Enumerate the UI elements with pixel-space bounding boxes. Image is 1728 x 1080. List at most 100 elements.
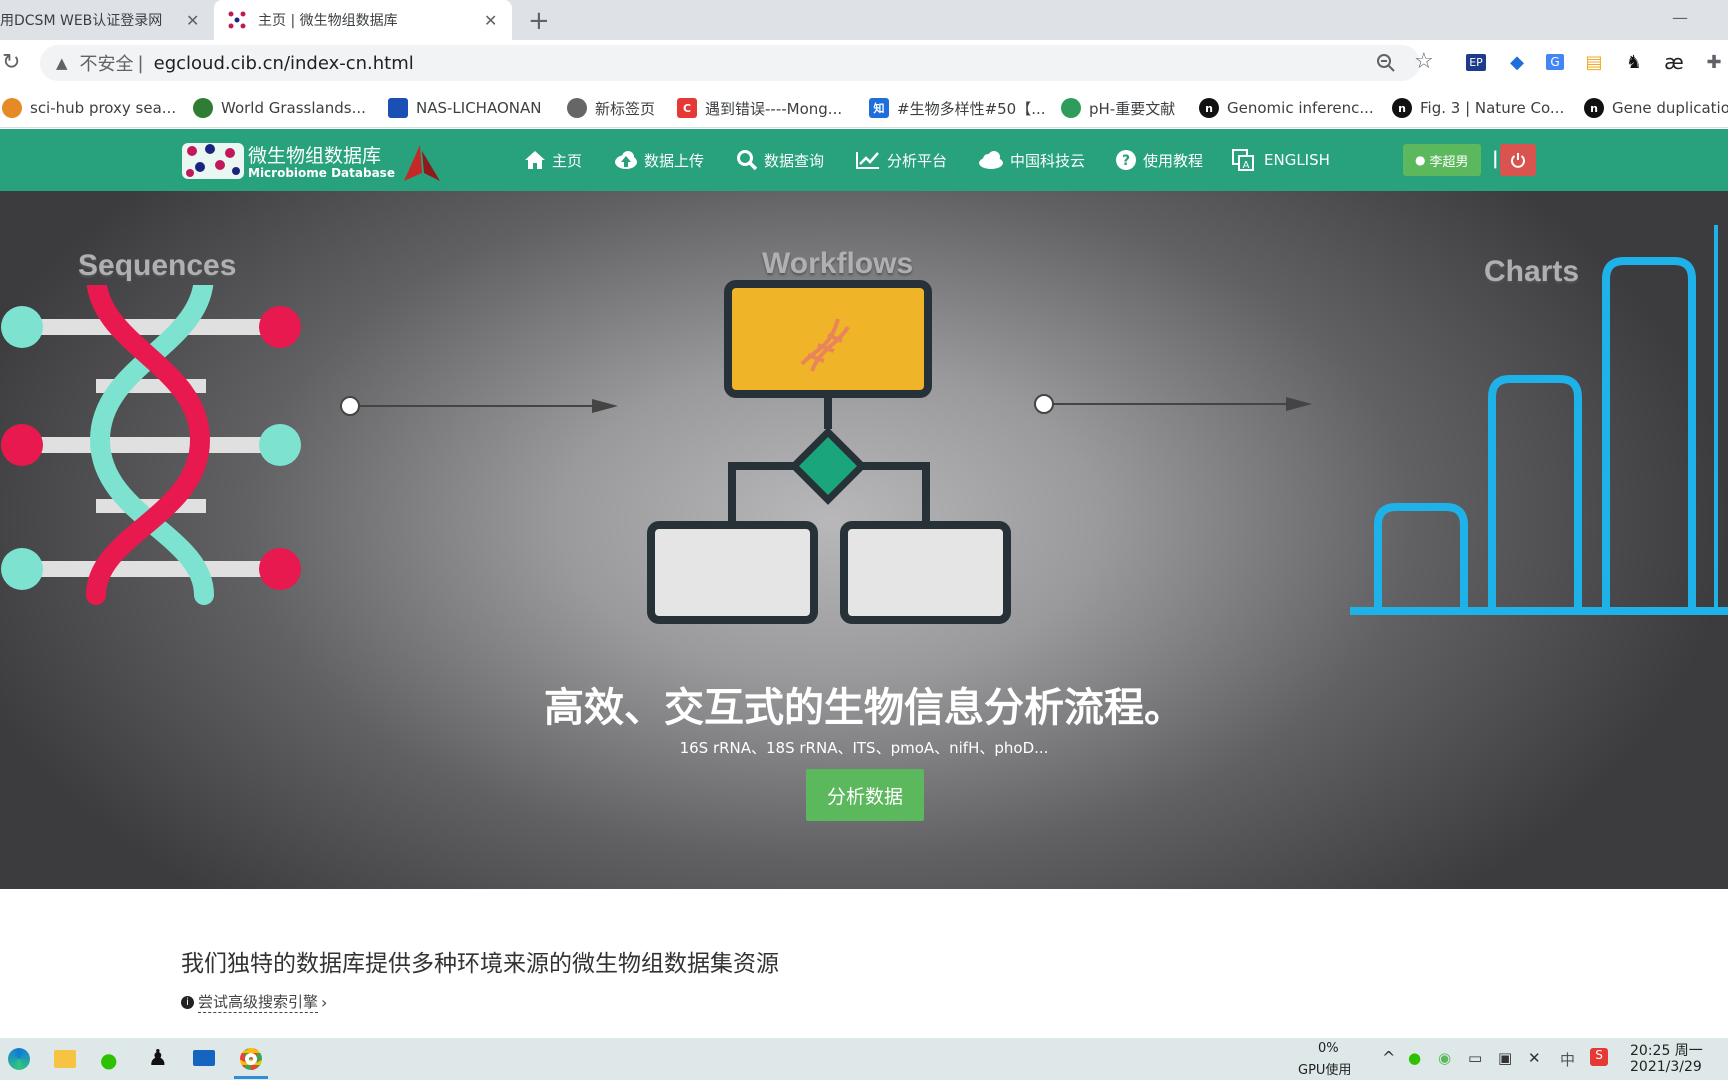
advanced-search-label: 尝试高级搜索引擎 [198, 993, 319, 1013]
sogou-icon[interactable]: S [1590, 1048, 1608, 1066]
nav-upload[interactable]: 数据上传 [614, 147, 704, 173]
extension-icon[interactable]: æ [1662, 50, 1686, 74]
window-minimize-icon[interactable]: — [1672, 8, 1688, 27]
question-circle-icon: ? [1116, 150, 1136, 170]
nature-icon: n [1199, 98, 1219, 118]
nav-home[interactable]: 主页 [524, 147, 582, 173]
site-favicon-icon [228, 11, 246, 29]
bookmarks-bar: sci-hub proxy sea... World Grasslands...… [0, 88, 1728, 128]
close-icon[interactable]: ✕ [484, 11, 497, 30]
gpu-label: GPU使用 [1298, 1063, 1352, 1078]
chrome-icon[interactable] [240, 1048, 262, 1070]
bookmark-item[interactable]: pH-重要文献 [1061, 96, 1175, 120]
bookmark-item[interactable]: sci-hub proxy sea... [2, 96, 176, 120]
svg-text:A: A [1243, 160, 1250, 171]
battery-icon[interactable]: ▭ [1468, 1049, 1482, 1067]
tray-expand-icon[interactable]: ^ [1382, 1048, 1395, 1067]
volume-muted-icon[interactable]: ✕ [1528, 1049, 1541, 1067]
nature-icon: n [1584, 98, 1604, 118]
dna-illustration [1, 285, 301, 605]
logout-button[interactable] [1500, 144, 1536, 176]
security-label: 不安全 [79, 54, 134, 75]
network-icon[interactable]: ▣ [1498, 1049, 1512, 1067]
site-navbar: 微生物组数据库 Microbiome Database 主页 数据上传 数据查询… [0, 129, 1728, 191]
reload-icon[interactable]: ↻ [2, 50, 20, 75]
bookmark-star-icon[interactable]: ☆ [1414, 49, 1434, 74]
arrow-right-icon [1034, 394, 1312, 414]
workflow-illustration [647, 280, 1011, 624]
nav-tutorial[interactable]: ? 使用教程 [1115, 147, 1203, 173]
bookmark-item[interactable]: n Genomic inferenc... [1199, 96, 1374, 120]
sequences-label: Sequences [78, 249, 237, 282]
institute-logo-icon [404, 145, 440, 181]
cloud-upload-icon [615, 151, 637, 169]
extension-icon[interactable]: EP [1464, 50, 1488, 74]
search-icon [737, 150, 758, 171]
chart-illustration [1350, 225, 1728, 615]
language-icon: A [1232, 149, 1254, 171]
tray-app-icon[interactable]: ◉ [1438, 1049, 1451, 1067]
nav-cstcloud[interactable]: 中国科技云 [978, 147, 1085, 173]
mail-icon[interactable] [193, 1050, 215, 1066]
user-separator: | [1492, 148, 1499, 169]
browser-tab-login[interactable]: 使用DCSM WEB认证登录网 ✕ [0, 0, 212, 40]
edge-icon[interactable] [8, 1048, 30, 1070]
nav-analysis[interactable]: 分析平台 [855, 147, 947, 173]
logo-mark-icon [182, 143, 244, 179]
bookmark-item[interactable]: n Gene duplicatio [1584, 96, 1728, 120]
translate-icon[interactable]: G [1543, 50, 1567, 74]
user-icon: ● [1415, 153, 1426, 167]
logo-cn-text: 微生物组数据库 [248, 145, 382, 167]
chevron-right-icon: › [321, 992, 328, 1012]
bookmark-favicon-icon [1061, 98, 1081, 118]
bookmark-favicon-icon [2, 98, 22, 118]
bookmark-item[interactable]: 知 #生物多样性#50【... [869, 96, 1046, 120]
clock-time: 20:25 周一 [1630, 1043, 1703, 1059]
close-icon[interactable]: ✕ [186, 11, 199, 30]
windows-taskbar: ● ♟ 0% GPU使用 ^ ● ◉ ▭ ▣ ✕ 中 S 20:25 周一 20… [0, 1038, 1728, 1080]
bookmark-item[interactable]: n Fig. 3 | Nature Co... [1392, 96, 1564, 120]
wechat-icon[interactable]: ● [100, 1048, 117, 1072]
new-tab-icon[interactable]: + [528, 6, 550, 36]
ime-indicator[interactable]: 中 [1560, 1049, 1575, 1070]
tab-title: 使用DCSM WEB认证登录网 [0, 13, 163, 29]
zoom-icon[interactable] [1376, 53, 1396, 73]
nature-icon: n [1392, 98, 1412, 118]
workflows-label: Workflows [762, 247, 914, 280]
bookmark-favicon-icon: C [677, 98, 697, 118]
bookmark-favicon-icon [388, 98, 408, 118]
extension-icon[interactable]: ◆ [1505, 50, 1529, 74]
bookmark-item[interactable]: C 遇到错误----Mong... [677, 96, 842, 120]
cloud-icon [979, 151, 1003, 169]
bookmark-favicon-icon [193, 98, 213, 118]
browser-tab-home[interactable]: 主页 | 微生物组数据库 ✕ [214, 0, 512, 40]
address-bar[interactable]: ▲ 不安全 | egcloud.cib.cn/index-cn.html ☆ [40, 45, 1434, 81]
address-separator: | [137, 52, 144, 74]
puzzle-icon[interactable]: ✚ [1702, 50, 1726, 74]
user-button[interactable]: ● 李超男 [1403, 144, 1481, 176]
hero-subtitle: 16S rRNA、18S rRNA、ITS、pmoA、nifH、phoD... [679, 739, 1049, 757]
nav-english[interactable]: A ENGLISH [1232, 147, 1330, 173]
arrow-right-icon [340, 396, 618, 416]
bookmark-item[interactable]: 新标签页 [567, 96, 655, 120]
analyze-data-button[interactable]: 分析数据 [806, 769, 924, 821]
bookmark-favicon-icon: 知 [869, 98, 889, 118]
browser-toolbar: ↻ ▲ 不安全 | egcloud.cib.cn/index-cn.html ☆… [0, 40, 1728, 88]
site-logo[interactable]: 微生物组数据库 Microbiome Database [180, 139, 450, 183]
user-name: 李超男 [1429, 154, 1469, 170]
qq-icon[interactable]: ♟ [148, 1046, 168, 1071]
advanced-search-link[interactable]: i 尝试高级搜索引擎 › [181, 991, 327, 1013]
bookmark-item[interactable]: NAS-LICHAONAN [388, 96, 541, 120]
hero-banner: Sequences Workflows Charts 高效、交互式的生物信息分析… [0, 191, 1728, 889]
globe-icon [567, 98, 587, 118]
clock-date: 2021/3/29 [1630, 1059, 1702, 1075]
nav-query[interactable]: 数据查询 [736, 147, 824, 173]
browser-tab-bar: 使用DCSM WEB认证登录网 ✕ 主页 | 微生物组数据库 ✕ + — [0, 0, 1728, 40]
bookmark-item[interactable]: World Grasslands... [193, 96, 366, 120]
extension-icon[interactable]: ♞ [1622, 50, 1646, 74]
tab-title: 主页 | 微生物组数据库 [258, 13, 398, 29]
wechat-tray-icon[interactable]: ● [1408, 1049, 1421, 1067]
extension-icon[interactable]: ▤ [1582, 50, 1606, 74]
file-explorer-icon[interactable] [54, 1050, 76, 1068]
hero-title: 高效、交互式的生物信息分析流程。 [544, 685, 1184, 731]
